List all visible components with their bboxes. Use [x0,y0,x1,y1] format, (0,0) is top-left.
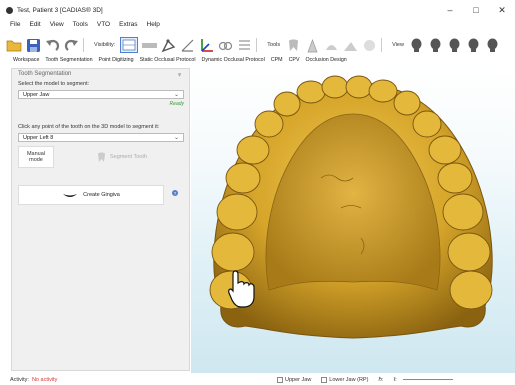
chevron-down-icon: ⌄ [173,135,179,141]
chevron-down-icon: ⌄ [173,92,179,98]
zoom-label: ℏ: [378,376,384,383]
tooth-label: Click any point of the tooth on the 3D m… [18,124,160,130]
panel-title: Tooth Segmentation [18,71,72,77]
menu-tools[interactable]: Tools [73,21,88,32]
head-bottom-view-icon[interactable] [485,37,501,53]
title-bar: Test, Patient 3 [CADIAS® 3D] – □ ✕ [0,0,515,20]
help-icon[interactable]: ? [172,190,178,196]
manual-mode-line2: mode [29,157,43,163]
gingiva-icon [63,193,78,197]
create-gingiva-button[interactable]: Create Gingiva [18,185,164,205]
manual-mode-button[interactable]: Manual mode [18,146,54,168]
pin-icon[interactable]: ᵩ [178,71,181,77]
menu-help[interactable]: Help [147,21,160,32]
rotation-label: ℓ: [393,376,397,383]
menu-edit[interactable]: Edit [29,21,40,32]
window-title: Test, Patient 3 [CADIAS® 3D] [17,6,103,14]
model-select-value: Upper Jaw [23,91,50,98]
head-right-view-icon[interactable] [447,37,463,53]
panel-content: Select the model to segment: Upper Jaw ⌄… [12,81,189,168]
layout-icon[interactable] [120,37,139,53]
upper-jaw-checkbox[interactable] [277,376,283,383]
create-gingiva-label: Create Gingiva [83,192,120,198]
cut-plane-icon[interactable] [236,37,252,53]
menu-file[interactable]: File [10,21,20,32]
tooth-select-value: Upper Left 8 [23,134,54,141]
tooth-select[interactable]: Upper Left 8 ⌄ [18,133,184,142]
status-ready-label: Ready [169,101,184,107]
app-icon [6,6,13,14]
window-controls: – □ ✕ [437,0,515,20]
tab-occlusion-design[interactable]: Occlusion Design [306,57,347,67]
tab-tooth-segmentation[interactable]: Tooth Segmentation [45,57,92,67]
model-label: Select the model to segment: [18,81,90,87]
workflow-tabs: Workspace Tooth Segmentation Point Digit… [0,57,515,67]
3d-viewport[interactable] [191,68,515,373]
head-left-view-icon[interactable] [428,37,444,53]
panel-header: Tooth Segmentation ᵩ [12,69,189,79]
ruler-icon[interactable] [141,37,157,53]
save-icon[interactable] [25,37,41,53]
segment-button-row: Manual mode Segment Tooth [18,146,184,168]
tab-workspace[interactable]: Workspace [13,57,39,67]
tab-point-digitizing[interactable]: Point Digitizing [99,57,134,67]
rotation-readout: ℓ: [393,376,453,383]
toolbar-separator [381,38,383,52]
menu-view[interactable]: View [50,21,64,32]
upper-jaw-toggle[interactable]: Upper Jaw [277,376,312,383]
tooth-icon [98,152,106,162]
status-controls: Upper Jaw Lower Jaw (RP) ℏ: ℓ: [277,374,453,385]
rotation-slider[interactable] [402,379,453,380]
lower-jaw-label: Lower Jaw (RP) [329,376,369,383]
model-select[interactable]: Upper Jaw ⌄ [18,90,184,99]
undo-icon[interactable] [44,37,60,53]
visibility-label: Visibility: [94,42,116,48]
tab-cpm[interactable]: CPM [271,57,283,67]
activity-value: No activity [31,376,58,383]
head-front-view-icon[interactable] [409,37,425,53]
angle-icon[interactable] [179,37,195,53]
tooth-tool-icon[interactable] [285,37,301,53]
menu-extras[interactable]: Extras [119,21,137,32]
main-toolbar: Visibility: Tools View [0,34,515,56]
zoom-readout: ℏ: [378,377,383,383]
tab-dynamic-occlusal-protocol[interactable]: Dynamic Occlusal Protocol [202,57,265,67]
toolbar-separator [83,38,84,52]
open-folder-icon[interactable] [6,37,22,53]
tab-cpv[interactable]: CPV [289,57,300,67]
view-label: View [392,42,404,48]
status-bar: Activity: No activity Upper Jaw Lower Ja… [0,374,515,385]
upper-jaw-label: Upper Jaw [285,376,312,383]
activity-label: Activity: [10,376,29,383]
toolbar-separator [256,38,258,52]
maximize-button[interactable]: □ [463,0,489,20]
lower-jaw-toggle[interactable]: Lower Jaw (RP) [321,376,369,383]
tooth-segmentation-panel: Tooth Segmentation ᵩ Select the model to… [11,68,190,371]
menu-vto[interactable]: VTO [97,21,110,32]
redo-icon[interactable] [63,37,79,53]
upper-jaw-model[interactable] [191,68,515,373]
menu-bar: File Edit View Tools VTO Extras Help [10,21,160,32]
measure-icon[interactable] [160,37,176,53]
tab-static-occlusal-protocol[interactable]: Static Occlusal Protocol [140,57,196,67]
head-top-view-icon[interactable] [466,37,482,53]
axes-icon[interactable] [198,37,214,53]
implant-tool-icon[interactable] [304,37,320,53]
head-outline-icon[interactable] [361,37,377,53]
plane-tool-icon[interactable] [342,37,358,53]
lower-jaw-checkbox[interactable] [321,376,328,383]
brush-tool-icon[interactable] [323,37,339,53]
link-icon[interactable] [217,37,233,53]
segment-tooth-label: Segment Tooth [110,154,147,160]
close-button[interactable]: ✕ [489,0,515,20]
tools-label: Tools [267,42,281,48]
minimize-button[interactable]: – [437,0,463,20]
segment-tooth-button[interactable]: Segment Tooth [60,146,184,168]
